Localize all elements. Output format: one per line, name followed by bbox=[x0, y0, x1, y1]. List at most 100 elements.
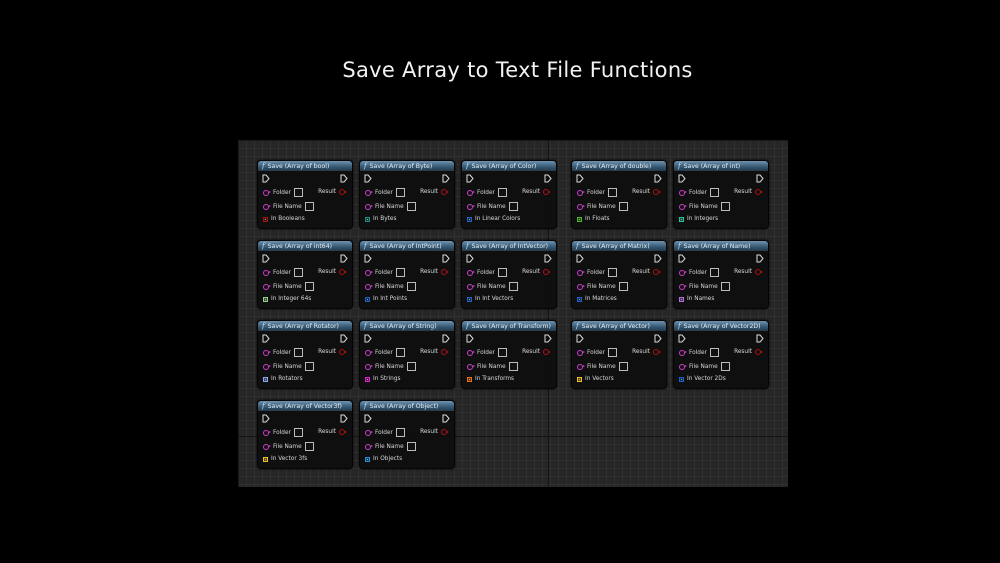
string-pin-icon[interactable] bbox=[365, 429, 373, 436]
exec-out-pin-icon[interactable] bbox=[340, 414, 348, 423]
bool-pin-icon[interactable] bbox=[339, 349, 347, 355]
filename-input[interactable] bbox=[618, 202, 628, 211]
array-pin-icon[interactable] bbox=[679, 376, 684, 382]
string-pin-icon[interactable] bbox=[263, 283, 271, 290]
function-node[interactable]: f Save (Array of bool) Folder File Name … bbox=[257, 160, 353, 229]
node-header[interactable]: f Save (Array of IntVector) bbox=[462, 241, 556, 251]
folder-input[interactable] bbox=[607, 188, 617, 197]
exec-out-pin-icon[interactable] bbox=[544, 254, 552, 263]
array-pin-icon[interactable] bbox=[577, 216, 582, 222]
folder-input[interactable] bbox=[497, 348, 507, 357]
string-pin-icon[interactable] bbox=[263, 363, 271, 370]
node-header[interactable]: f Save (Array of String) bbox=[360, 321, 454, 331]
exec-out-pin-icon[interactable] bbox=[340, 334, 348, 343]
exec-in-pin-icon[interactable] bbox=[262, 414, 270, 423]
exec-out-pin-icon[interactable] bbox=[442, 334, 450, 343]
filename-input[interactable] bbox=[720, 282, 730, 291]
folder-input[interactable] bbox=[395, 188, 405, 197]
folder-input[interactable] bbox=[395, 428, 405, 437]
function-node[interactable]: f Save (Array of Rotator) Folder File Na… bbox=[257, 320, 353, 389]
exec-out-pin-icon[interactable] bbox=[756, 174, 764, 183]
node-header[interactable]: f Save (Array of Vector) bbox=[572, 321, 666, 331]
filename-input[interactable] bbox=[720, 362, 730, 371]
function-node[interactable]: f Save (Array of String) Folder File Nam… bbox=[359, 320, 455, 389]
exec-in-pin-icon[interactable] bbox=[364, 254, 372, 263]
array-pin-icon[interactable] bbox=[365, 456, 370, 462]
exec-in-pin-icon[interactable] bbox=[576, 254, 584, 263]
string-pin-icon[interactable] bbox=[467, 349, 475, 356]
filename-input[interactable] bbox=[508, 282, 518, 291]
node-header[interactable]: f Save (Array of int64) bbox=[258, 241, 352, 251]
folder-input[interactable] bbox=[607, 268, 617, 277]
exec-out-pin-icon[interactable] bbox=[442, 254, 450, 263]
array-pin-icon[interactable] bbox=[467, 376, 472, 382]
function-node[interactable]: f Save (Array of Name) Folder File Name … bbox=[673, 240, 769, 309]
bool-pin-icon[interactable] bbox=[543, 269, 551, 275]
function-node[interactable]: f Save (Array of Matrix) Folder File Nam… bbox=[571, 240, 667, 309]
array-pin-icon[interactable] bbox=[577, 296, 582, 302]
array-pin-icon[interactable] bbox=[467, 296, 472, 302]
string-pin-icon[interactable] bbox=[679, 363, 687, 370]
folder-input[interactable] bbox=[497, 268, 507, 277]
exec-out-pin-icon[interactable] bbox=[544, 174, 552, 183]
filename-input[interactable] bbox=[720, 202, 730, 211]
array-pin-icon[interactable] bbox=[263, 216, 268, 222]
filename-input[interactable] bbox=[304, 202, 314, 211]
function-node[interactable]: f Save (Array of Color) Folder File Name… bbox=[461, 160, 557, 229]
bool-pin-icon[interactable] bbox=[653, 269, 661, 275]
exec-in-pin-icon[interactable] bbox=[466, 334, 474, 343]
string-pin-icon[interactable] bbox=[679, 203, 687, 210]
string-pin-icon[interactable] bbox=[577, 363, 585, 370]
string-pin-icon[interactable] bbox=[679, 283, 687, 290]
array-pin-icon[interactable] bbox=[365, 296, 370, 302]
folder-input[interactable] bbox=[607, 348, 617, 357]
exec-in-pin-icon[interactable] bbox=[678, 334, 686, 343]
node-header[interactable]: f Save (Array of Transform) bbox=[462, 321, 556, 331]
function-node[interactable]: f Save (Array of Byte) Folder File Name … bbox=[359, 160, 455, 229]
exec-out-pin-icon[interactable] bbox=[654, 174, 662, 183]
bool-pin-icon[interactable] bbox=[339, 429, 347, 435]
string-pin-icon[interactable] bbox=[577, 349, 585, 356]
node-header[interactable]: f Save (Array of Byte) bbox=[360, 161, 454, 171]
filename-input[interactable] bbox=[618, 282, 628, 291]
node-header[interactable]: f Save (Array of Color) bbox=[462, 161, 556, 171]
filename-input[interactable] bbox=[304, 362, 314, 371]
filename-input[interactable] bbox=[304, 282, 314, 291]
string-pin-icon[interactable] bbox=[263, 349, 271, 356]
function-node[interactable]: f Save (Array of IntVector) Folder File … bbox=[461, 240, 557, 309]
array-pin-icon[interactable] bbox=[365, 376, 370, 382]
bool-pin-icon[interactable] bbox=[339, 189, 347, 195]
string-pin-icon[interactable] bbox=[365, 269, 373, 276]
folder-input[interactable] bbox=[293, 268, 303, 277]
function-node[interactable]: f Save (Array of int64) Folder File Name… bbox=[257, 240, 353, 309]
bool-pin-icon[interactable] bbox=[755, 189, 763, 195]
node-header[interactable]: f Save (Array of IntPoint) bbox=[360, 241, 454, 251]
string-pin-icon[interactable] bbox=[365, 189, 373, 196]
exec-out-pin-icon[interactable] bbox=[442, 414, 450, 423]
bool-pin-icon[interactable] bbox=[653, 189, 661, 195]
array-pin-icon[interactable] bbox=[263, 456, 268, 462]
string-pin-icon[interactable] bbox=[467, 203, 475, 210]
exec-out-pin-icon[interactable] bbox=[756, 254, 764, 263]
bool-pin-icon[interactable] bbox=[653, 349, 661, 355]
exec-in-pin-icon[interactable] bbox=[364, 174, 372, 183]
exec-in-pin-icon[interactable] bbox=[466, 174, 474, 183]
string-pin-icon[interactable] bbox=[365, 443, 373, 450]
exec-out-pin-icon[interactable] bbox=[654, 254, 662, 263]
exec-in-pin-icon[interactable] bbox=[466, 254, 474, 263]
string-pin-icon[interactable] bbox=[365, 203, 373, 210]
exec-in-pin-icon[interactable] bbox=[678, 254, 686, 263]
filename-input[interactable] bbox=[618, 362, 628, 371]
exec-in-pin-icon[interactable] bbox=[364, 414, 372, 423]
string-pin-icon[interactable] bbox=[577, 283, 585, 290]
exec-in-pin-icon[interactable] bbox=[364, 334, 372, 343]
filename-input[interactable] bbox=[406, 442, 416, 451]
string-pin-icon[interactable] bbox=[679, 189, 687, 196]
folder-input[interactable] bbox=[497, 188, 507, 197]
folder-input[interactable] bbox=[709, 348, 719, 357]
exec-in-pin-icon[interactable] bbox=[262, 174, 270, 183]
bool-pin-icon[interactable] bbox=[543, 349, 551, 355]
node-header[interactable]: f Save (Array of Vector2D) bbox=[674, 321, 768, 331]
exec-in-pin-icon[interactable] bbox=[262, 254, 270, 263]
string-pin-icon[interactable] bbox=[263, 429, 271, 436]
